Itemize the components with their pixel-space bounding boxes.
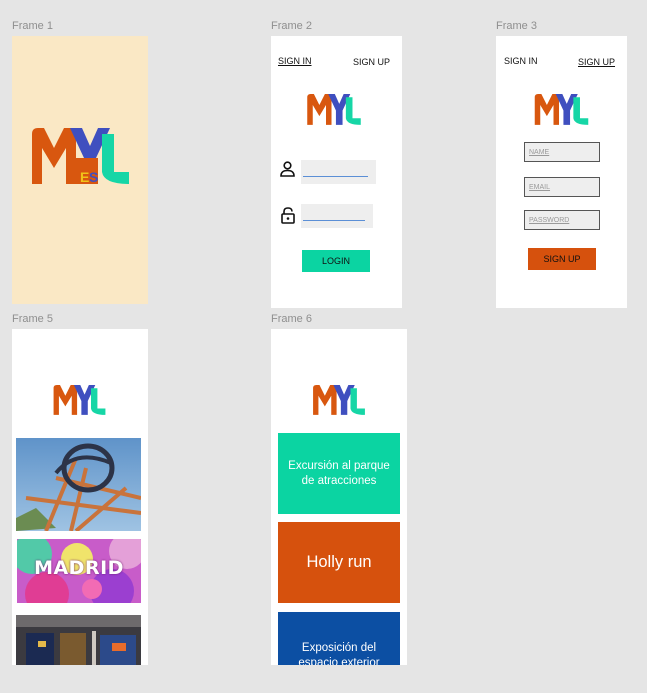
login-button[interactable]: LOGIN <box>302 250 370 272</box>
frame-3-label: Frame 3 <box>496 20 537 32</box>
frame-6-label: Frame 6 <box>271 313 312 325</box>
name-field[interactable]: NAME <box>524 142 600 162</box>
event-tile-space-exhibition[interactable]: Exposición del espacio exterior <box>278 612 400 665</box>
password-field[interactable] <box>301 204 373 228</box>
svg-text:S: S <box>89 169 98 185</box>
gallery-frame: MADRID <box>12 329 148 665</box>
myl-logo <box>307 94 361 126</box>
tab-sign-in[interactable]: SIGN IN <box>504 56 538 66</box>
madrid-text: MADRID <box>34 557 124 579</box>
interior-photo[interactable] <box>16 615 141 665</box>
myl-logo <box>534 94 589 126</box>
svg-text:E: E <box>80 169 89 185</box>
myl-logo <box>52 385 107 416</box>
signup-button[interactable]: SIGN UP <box>528 248 596 270</box>
myl-logo: E S <box>32 128 129 186</box>
frame-2-label: Frame 2 <box>271 20 312 32</box>
tab-sign-in[interactable]: SIGN IN <box>278 56 312 66</box>
frame-5-label: Frame 5 <box>12 313 53 325</box>
events-frame: Excursión al parque de atracciones Holly… <box>271 329 407 665</box>
rollercoaster-photo[interactable] <box>16 438 141 531</box>
tab-sign-up[interactable]: SIGN UP <box>353 57 390 67</box>
frame-1-label: Frame 1 <box>12 20 53 32</box>
event-tile-excursion[interactable]: Excursión al parque de atracciones <box>278 433 400 514</box>
username-field[interactable] <box>301 160 376 184</box>
madrid-photo[interactable]: MADRID <box>17 539 141 603</box>
myl-logo <box>312 385 366 416</box>
event-tile-holly-run[interactable]: Holly run <box>278 522 400 603</box>
signup-frame: SIGN IN SIGN UP NAME EMAIL PASSWORD SIGN… <box>496 36 627 308</box>
email-field[interactable]: EMAIL <box>524 177 600 197</box>
password-field[interactable]: PASSWORD <box>524 210 600 230</box>
user-icon <box>280 161 295 182</box>
login-frame: SIGN IN SIGN UP LOGIN <box>271 36 402 308</box>
tab-sign-up[interactable]: SIGN UP <box>578 57 615 67</box>
splash-frame[interactable]: E S <box>12 36 148 304</box>
lock-icon <box>281 207 295 229</box>
